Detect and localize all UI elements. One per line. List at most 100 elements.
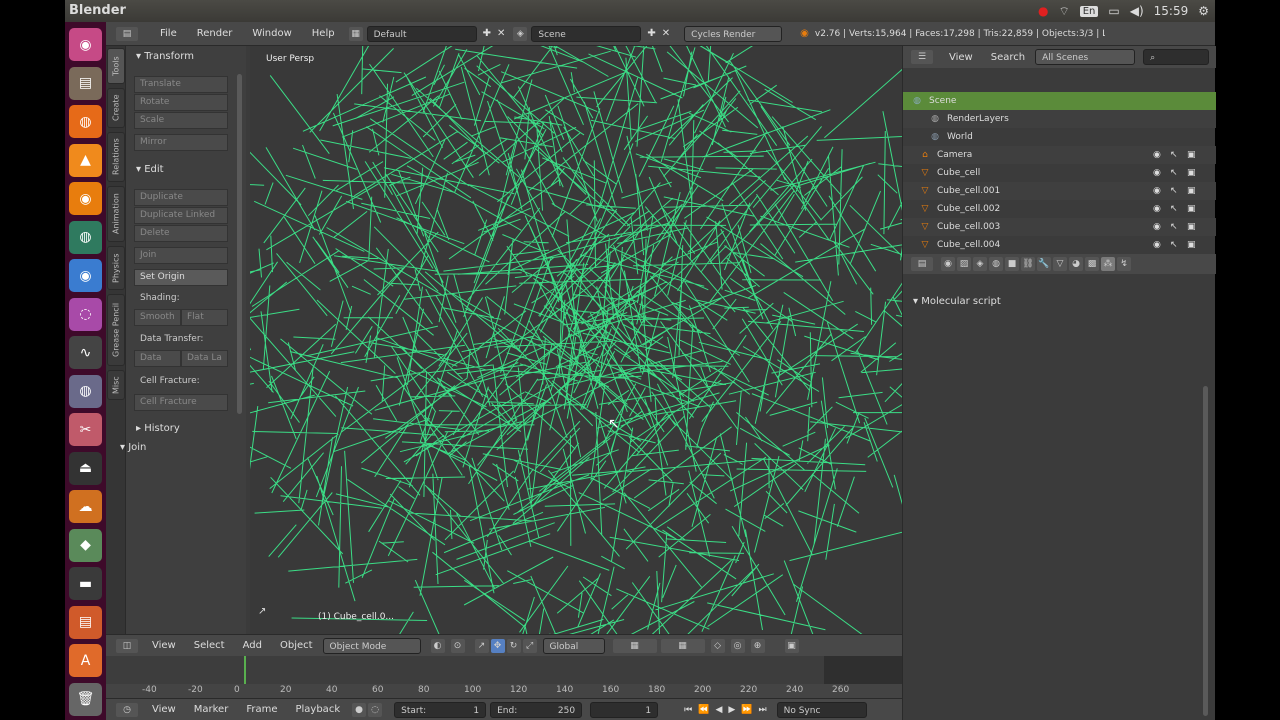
browser-icon[interactable]: ◉: [69, 259, 102, 292]
data-transfer-button[interactable]: Data: [134, 350, 181, 367]
ubuntu-one-icon[interactable]: ☁: [69, 490, 102, 523]
camera-render-icon[interactable]: ▣: [1187, 240, 1196, 250]
firefox-icon[interactable]: ◍: [69, 105, 102, 138]
translate-manipulator-icon[interactable]: ✥: [490, 638, 505, 653]
cell-fracture-button[interactable]: Cell Fracture: [134, 394, 228, 411]
editor-type-icon[interactable]: ◷: [116, 702, 138, 717]
tab-animation[interactable]: Animation: [107, 186, 125, 242]
clock[interactable]: 15:59: [1154, 4, 1189, 18]
editor-type-icon[interactable]: ◫: [116, 638, 138, 653]
play-reverse-icon[interactable]: ◀: [715, 705, 722, 715]
render-preview-icon[interactable]: ▣: [784, 638, 799, 653]
menu-file[interactable]: File: [160, 28, 177, 39]
physics-tab-icon[interactable]: ↯: [1117, 257, 1131, 271]
disk-icon[interactable]: ◍: [69, 374, 102, 408]
eye-icon[interactable]: ◉: [1153, 240, 1161, 250]
editor-type-icon[interactable]: ▤: [116, 26, 138, 41]
proportional-edit-icon[interactable]: ◎: [730, 638, 745, 653]
blender-icon[interactable]: ◉: [69, 182, 102, 215]
scene-tab-icon[interactable]: ◈: [973, 257, 987, 271]
volume-icon[interactable]: ◀): [1130, 4, 1144, 18]
manipulator-icon[interactable]: ↗: [474, 638, 489, 653]
apps-icon[interactable]: A: [69, 644, 102, 677]
layers-icon-2[interactable]: ▦: [660, 638, 705, 653]
camera-render-icon[interactable]: ▣: [1187, 222, 1196, 232]
object-tab-icon[interactable]: ■: [1005, 257, 1019, 271]
delete-button[interactable]: Delete: [134, 225, 228, 242]
tab-misc[interactable]: Misc: [107, 370, 125, 400]
constraints-tab-icon[interactable]: ⛓: [1021, 257, 1035, 271]
outliner-row[interactable]: ◍ World: [903, 128, 1216, 146]
camera-render-icon[interactable]: ▣: [1187, 186, 1196, 196]
transform-panel-header[interactable]: ▾ Transform: [136, 51, 194, 62]
battery-icon[interactable]: ▭: [1108, 4, 1119, 18]
menu-view[interactable]: View: [152, 704, 176, 715]
menu-select[interactable]: Select: [194, 640, 225, 651]
cursor-select-icon[interactable]: ↖: [1170, 150, 1178, 160]
keying-icon[interactable]: ◌: [368, 702, 383, 717]
menu-add[interactable]: Add: [243, 640, 262, 651]
gear-icon[interactable]: ⚙: [1198, 4, 1209, 18]
outliner-search-input[interactable]: ⌕: [1143, 49, 1210, 65]
camera-render-icon[interactable]: ▣: [1187, 168, 1196, 178]
material-tab-icon[interactable]: ◕: [1069, 257, 1083, 271]
files-icon[interactable]: ▤: [69, 66, 102, 100]
texture-tab-icon[interactable]: ▩: [1085, 257, 1099, 271]
camera-render-icon[interactable]: ▣: [1187, 204, 1196, 214]
layout-select[interactable]: Default: [366, 25, 477, 42]
render-layers-tab-icon[interactable]: ▨: [957, 257, 971, 271]
trash-icon[interactable]: 🗑: [69, 682, 102, 716]
camera-render-icon[interactable]: ▣: [1187, 150, 1196, 160]
cursor-select-icon[interactable]: ↖: [1170, 168, 1178, 178]
add-scene-icon[interactable]: ✚: [647, 28, 655, 39]
lock-layer-icon[interactable]: ◇: [710, 638, 725, 653]
menu-marker[interactable]: Marker: [194, 704, 229, 715]
jump-start-icon[interactable]: ⏮: [684, 705, 692, 715]
outliner-row[interactable]: ◍ Scene: [903, 92, 1216, 110]
eye-icon[interactable]: ◉: [1153, 222, 1161, 232]
ubuntu-dash-icon[interactable]: ◉: [69, 28, 102, 61]
data-layout-button[interactable]: Data La: [181, 350, 228, 367]
rotate-button[interactable]: Rotate: [134, 94, 228, 111]
menu-object[interactable]: Object: [280, 640, 313, 651]
tab-relations[interactable]: Relations: [107, 132, 125, 182]
pivot-icon[interactable]: ⊙: [450, 638, 465, 653]
end-frame-field[interactable]: End: 250: [490, 701, 583, 718]
eject-icon[interactable]: ⏏: [69, 451, 102, 485]
menu-view[interactable]: View: [949, 52, 973, 63]
data-tab-icon[interactable]: ▽: [1053, 257, 1067, 271]
outliner-row[interactable]: ▽ Cube_cell.003 ◉ ↖ ▣: [903, 218, 1216, 236]
software-center-icon[interactable]: ◆: [69, 528, 102, 562]
menu-render[interactable]: Render: [197, 28, 233, 39]
tab-create[interactable]: Create: [107, 88, 125, 128]
next-keyframe-icon[interactable]: ⏩: [741, 705, 752, 715]
properties-scrollbar[interactable]: [1203, 386, 1208, 716]
translate-button[interactable]: Translate: [134, 76, 228, 93]
menu-frame[interactable]: Frame: [246, 704, 277, 715]
chat-icon[interactable]: ◌: [69, 297, 102, 331]
menu-window[interactable]: Window: [252, 28, 291, 39]
scene-icon[interactable]: ◈: [513, 26, 528, 41]
scale-button[interactable]: Scale: [134, 112, 228, 129]
tab-physics[interactable]: Physics: [107, 246, 125, 290]
duplicate-button[interactable]: Duplicate: [134, 189, 228, 206]
smooth-button[interactable]: Smooth: [134, 309, 181, 326]
cursor-select-icon[interactable]: ↖: [1170, 240, 1178, 250]
inkscape-icon[interactable]: ∿: [69, 336, 102, 369]
scale-manipulator-icon[interactable]: ⤢: [522, 638, 537, 653]
prev-keyframe-icon[interactable]: ⏪: [698, 705, 709, 715]
duplicate-linked-button[interactable]: Duplicate Linked: [134, 207, 228, 224]
menu-help[interactable]: Help: [312, 28, 335, 39]
outliner-row[interactable]: ◍ RenderLayers: [903, 110, 1216, 128]
layout-icon[interactable]: ▦: [348, 26, 363, 41]
mirror-button[interactable]: Mirror: [134, 134, 228, 151]
shading-icon[interactable]: ◐: [430, 638, 445, 653]
tab-grease-pencil[interactable]: Grease Pencil: [107, 294, 125, 366]
timeline[interactable]: -40 -20 0 20 40 60 80 100 120 140 160 180 200 220 240 2…: [106, 656, 902, 698]
tool-shelf-scrollbar[interactable]: [237, 74, 242, 414]
cursor-select-icon[interactable]: ↖: [1170, 186, 1178, 196]
rotate-manipulator-icon[interactable]: ↻: [506, 638, 521, 653]
editor-type-icon[interactable]: ▤: [911, 257, 933, 271]
3d-viewport[interactable]: User Persp ↗ (1) Cube_cell.0... ↖: [250, 46, 902, 634]
vlc-icon[interactable]: ▲: [69, 143, 102, 177]
